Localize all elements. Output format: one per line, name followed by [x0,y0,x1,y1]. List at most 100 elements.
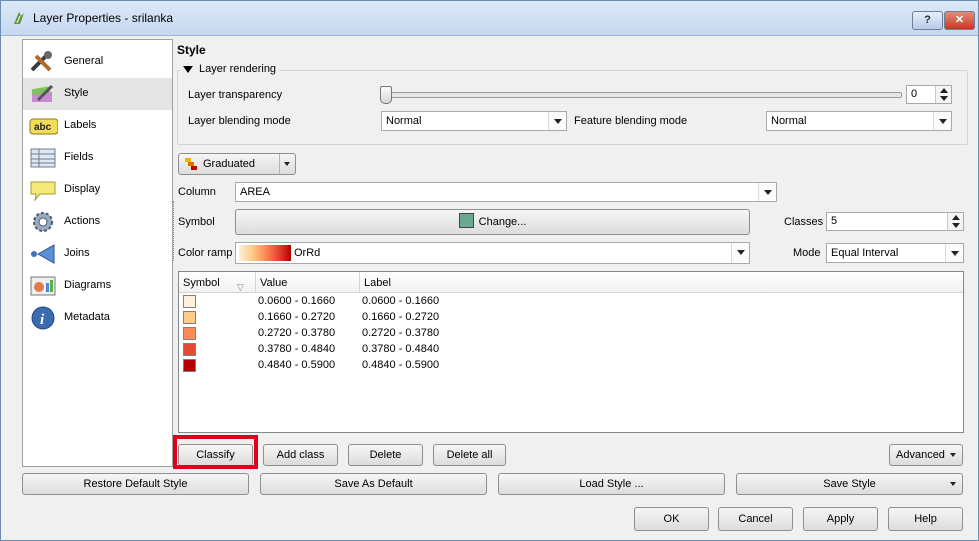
spin-up-icon[interactable] [952,215,960,220]
save-style-button[interactable]: Save Style [736,473,963,495]
transparency-slider-track[interactable] [385,92,902,98]
sidebar-item-labels[interactable]: abc Labels [23,110,172,142]
delete-button[interactable]: Delete [348,444,423,466]
ok-button[interactable]: OK [634,507,709,531]
page-title: Style [177,43,206,57]
header-symbol[interactable]: Symbol ▽ [179,272,256,292]
class-symbol-swatch[interactable] [183,359,196,372]
spin-down-icon[interactable] [952,223,960,228]
header-label[interactable]: Label [360,272,963,292]
sidebar-item-label: Style [64,87,89,99]
column-select[interactable]: AREA [235,182,777,202]
delete-all-button[interactable]: Delete all [433,444,506,466]
symbol-label: Symbol [178,216,215,228]
sidebar-item-label: General [64,55,104,67]
sidebar-item-diagrams[interactable]: Diagrams [23,270,172,302]
graduated-icon [185,158,197,170]
mode-select[interactable]: Equal Interval [826,243,964,263]
title-bar: Layer Properties - srilanka ? ✕ [1,1,978,36]
restore-default-style-button[interactable]: Restore Default Style [22,473,249,495]
splitter-handle[interactable] [173,201,177,261]
symbol-swatch [458,213,474,228]
table-row[interactable]: 0.3780 - 0.4840 0.3780 - 0.4840 [179,342,963,358]
tools-icon [30,51,52,72]
chevron-down-icon [731,243,749,263]
sidebar-item-label: Diagrams [64,279,112,291]
table-row[interactable]: 0.2720 - 0.3780 0.2720 - 0.3780 [179,326,963,342]
sidebar-item-joins[interactable]: Joins [23,238,172,270]
mode-label: Mode [793,247,821,259]
change-symbol-button[interactable]: Change... [235,209,750,235]
chevron-down-icon [758,183,776,201]
info-icon: i [31,306,55,330]
sidebar-item-label: Fields [64,151,94,163]
table-row[interactable]: 0.1660 - 0.2720 0.1660 - 0.2720 [179,310,963,326]
spin-arrows[interactable] [947,213,963,230]
chevron-down-icon [950,482,956,486]
classes-label: Classes [784,216,824,228]
help-title-button[interactable]: ? [912,11,943,30]
load-style-button[interactable]: Load Style ... [498,473,725,495]
close-button[interactable]: ✕ [944,11,975,30]
layer-rendering-group [177,70,968,145]
classes-spinbox[interactable]: 5 [826,212,964,231]
chevron-down-icon [950,453,956,457]
sidebar-item-label: Joins [64,247,90,259]
spin-arrows[interactable] [935,86,951,103]
sidebar-item-display[interactable]: Display [23,174,172,206]
sidebar-item-fields[interactable]: Fields [23,142,172,174]
renderer-select[interactable]: Graduated [178,153,296,175]
table-row[interactable]: 0.4840 - 0.5900 0.4840 - 0.5900 [179,358,963,374]
chevron-down-icon [548,112,566,130]
window-title: Layer Properties - srilanka [33,11,174,25]
classes-table[interactable]: Symbol ▽ Value Label 0.0600 - 0.1660 0.0… [178,271,964,433]
table-row[interactable]: 0.0600 - 0.1660 0.0600 - 0.1660 [179,294,963,310]
sidebar-item-actions[interactable]: Actions [23,206,172,238]
sidebar-item-label: Metadata [64,311,110,323]
sidebar-item-metadata[interactable]: i Metadata [23,302,172,334]
header-value[interactable]: Value [256,272,360,292]
sidebar-item-style[interactable]: Style [23,78,172,110]
classify-highlight-box [173,435,258,469]
help-button[interactable]: Help [888,507,963,531]
style-icon [31,84,54,102]
qgis-logo-icon [14,12,24,24]
sidebar-item-label: Actions [64,215,101,227]
layer-rendering-header[interactable]: Layer rendering [180,63,280,75]
color-ramp-label: Color ramp [178,247,233,259]
add-class-button[interactable]: Add class [263,444,338,466]
diagrams-icon [30,276,56,296]
transparency-spinbox[interactable]: 0 [906,85,952,104]
transparency-slider-handle[interactable] [380,86,392,104]
chevron-down-icon [933,112,951,130]
fields-table-icon [30,148,56,168]
chevron-down-icon [945,244,963,262]
sidebar-item-general[interactable]: General [23,46,172,78]
transparency-label: Layer transparency [188,89,283,101]
class-symbol-swatch[interactable] [183,327,196,340]
actions-gear-icon [33,212,53,232]
color-ramp-preview [239,245,291,261]
layer-blending-select[interactable]: Normal [381,111,567,131]
color-ramp-select[interactable]: OrRd [235,242,750,264]
sidebar: General Style abc Labels Fields Display … [22,39,173,467]
column-label: Column [178,186,216,198]
spin-down-icon[interactable] [940,96,948,101]
cancel-button[interactable]: Cancel [718,507,793,531]
svg-text:abc: abc [34,122,52,133]
class-symbol-swatch[interactable] [183,311,196,324]
blending-mode-label: Layer blending mode [188,115,291,127]
layer-properties-dialog: Layer Properties - srilanka ? ✕ General … [0,0,979,541]
advanced-button[interactable]: Advanced [889,444,963,466]
class-symbol-swatch[interactable] [183,343,196,356]
sidebar-item-label: Display [64,183,101,195]
collapse-triangle-icon [183,65,193,73]
save-as-default-button[interactable]: Save As Default [260,473,487,495]
class-symbol-swatch[interactable] [183,295,196,308]
labels-abc-icon: abc [29,118,58,135]
spin-up-icon[interactable] [940,88,948,93]
apply-button[interactable]: Apply [803,507,878,531]
table-header: Symbol ▽ Value Label [179,272,963,293]
joins-icon [31,244,55,264]
feature-blending-select[interactable]: Normal [766,111,952,131]
